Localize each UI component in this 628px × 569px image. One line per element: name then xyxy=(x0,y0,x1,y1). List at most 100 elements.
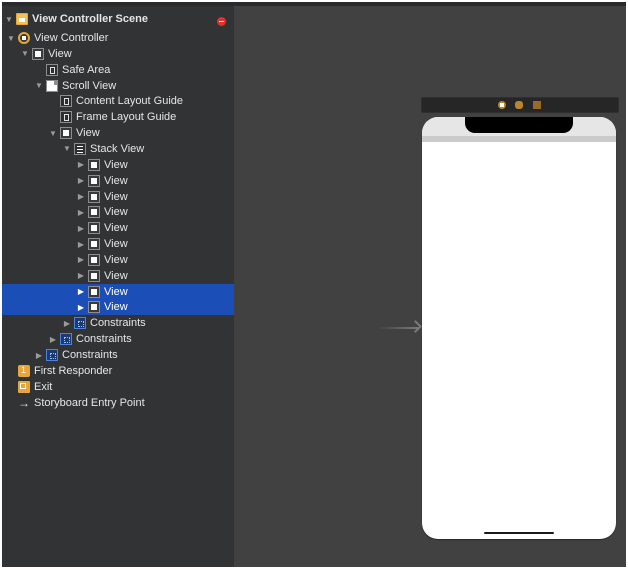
outline-row[interactable]: ▶ View xyxy=(2,283,234,300)
outline-row-label: View xyxy=(104,190,128,203)
outline-row[interactable]: ▼ Scroll View xyxy=(2,78,234,94)
outline-row-label: View xyxy=(104,285,128,298)
disclosure-collapsed-icon[interactable]: ▶ xyxy=(48,334,58,344)
exit-icon xyxy=(18,380,30,393)
warning-icon[interactable] xyxy=(217,17,226,26)
constraints-icon xyxy=(60,333,72,346)
view-icon xyxy=(88,206,100,219)
disclosure-collapsed-icon[interactable]: ▶ xyxy=(76,192,86,202)
outline-row-label: View xyxy=(104,301,128,314)
outline-row[interactable]: ▼ Stack View xyxy=(2,141,234,157)
outline-row-label: View xyxy=(104,238,128,251)
dock-exit-icon[interactable] xyxy=(533,101,541,109)
disclosure-collapsed-icon[interactable]: ▶ xyxy=(76,271,86,281)
outline-row[interactable]: ▶ Constraints xyxy=(2,315,234,331)
outline-row[interactable]: Safe Area xyxy=(2,62,234,78)
view-icon xyxy=(60,127,72,140)
disclosure-collapsed-icon[interactable]: ▶ xyxy=(76,255,86,265)
view-icon xyxy=(88,190,100,203)
view-icon xyxy=(88,238,100,251)
layout-guide-icon xyxy=(60,111,72,124)
scene-dock xyxy=(421,97,619,113)
outline-row-label: Content Layout Guide xyxy=(76,95,184,108)
outline-row-label: View xyxy=(48,47,72,60)
outline-row[interactable]: ▶ View xyxy=(2,204,234,220)
outline-row[interactable]: ▶ View xyxy=(2,220,234,236)
first-responder-icon xyxy=(18,364,30,377)
outline-row-label: View xyxy=(104,206,128,219)
disclosure-expanded-icon[interactable]: ▼ xyxy=(48,128,58,138)
outline-row-label: Scroll View xyxy=(62,79,117,92)
disclosure-collapsed-icon[interactable]: ▶ xyxy=(76,176,86,186)
device-notch xyxy=(465,117,573,133)
disclosure-expanded-icon[interactable]: ▼ xyxy=(6,33,16,43)
outline-row[interactable]: First Responder xyxy=(2,363,234,379)
view-icon xyxy=(88,301,100,314)
outline-row-label: View xyxy=(104,174,128,187)
outline-row-label: First Responder xyxy=(34,364,113,377)
outline-row[interactable]: ▼ View Controller xyxy=(2,30,234,46)
outline-row-label: Stack View xyxy=(90,142,145,155)
outline-row-label: Constraints xyxy=(76,333,132,346)
stack-view-icon xyxy=(74,142,86,155)
disclosure-collapsed-icon[interactable]: ▶ xyxy=(76,239,86,249)
disclosure-collapsed-icon[interactable]: ▶ xyxy=(76,207,86,217)
outline-row[interactable]: ▼ View xyxy=(2,46,234,62)
view-icon xyxy=(88,222,100,235)
disclosure-expanded-icon[interactable]: ▼ xyxy=(62,144,72,154)
disclosure-collapsed-icon[interactable]: ▶ xyxy=(76,302,86,312)
disclosure-expanded-icon[interactable]: ▼ xyxy=(34,81,44,91)
constraints-icon xyxy=(74,317,86,330)
outline-row[interactable]: ▶ Constraints xyxy=(2,347,234,363)
outline-row-label: View xyxy=(104,222,128,235)
outline-row-label: View xyxy=(104,269,128,282)
outline-row[interactable]: ▶ Constraints xyxy=(2,331,234,347)
disclosure-collapsed-icon[interactable]: ▶ xyxy=(62,318,72,328)
outline-row-label: Exit xyxy=(34,380,53,393)
disclosure-expanded-icon[interactable]: ▼ xyxy=(4,14,14,24)
outline-row[interactable]: ▶ View xyxy=(2,157,234,173)
outline-row-label: Frame Layout Guide xyxy=(76,111,177,124)
scene-icon xyxy=(16,13,28,25)
outline-row-label: Safe Area xyxy=(62,63,111,76)
outline-row[interactable]: ▶ View xyxy=(2,173,234,189)
home-indicator xyxy=(484,532,554,534)
outline-row[interactable]: Frame Layout Guide xyxy=(2,109,234,125)
disclosure-collapsed-icon[interactable]: ▶ xyxy=(34,350,44,360)
view-icon xyxy=(88,269,100,282)
disclosure-collapsed-icon[interactable]: ▶ xyxy=(76,287,86,297)
outline-row-label: View xyxy=(104,253,128,266)
dock-view-controller-icon[interactable] xyxy=(498,101,506,109)
outline-row[interactable]: Exit xyxy=(2,379,234,395)
view-icon xyxy=(88,158,100,171)
constraints-icon xyxy=(46,349,58,361)
disclosure-collapsed-icon[interactable]: ▶ xyxy=(76,223,86,233)
outline-row[interactable]: ▶ View xyxy=(2,236,234,252)
outline-row[interactable]: Content Layout Guide xyxy=(2,93,234,109)
layout-guide-icon xyxy=(60,95,72,108)
disclosure-collapsed-icon[interactable]: ▶ xyxy=(76,160,86,170)
iphone-canvas-view[interactable] xyxy=(422,117,616,539)
outline-row[interactable]: ▼ View xyxy=(2,125,234,141)
outline-row[interactable]: ▶ View xyxy=(2,268,234,284)
view-controller-icon xyxy=(18,32,30,44)
dock-first-responder-icon[interactable] xyxy=(515,101,523,109)
outline-row[interactable]: ▶ View xyxy=(2,299,234,316)
disclosure-expanded-icon[interactable]: ▼ xyxy=(20,49,30,59)
outline-row-label: Constraints xyxy=(62,349,118,361)
outline-row-label: View xyxy=(76,127,100,140)
outline-row-label: Storyboard Entry Point xyxy=(34,396,145,409)
document-outline: ▼ View Controller Scene ▼ View Controller… xyxy=(2,6,234,567)
outline-scene-row[interactable]: ▼ View Controller Scene xyxy=(2,11,234,27)
entry-point-arrow-icon: → xyxy=(18,395,30,410)
outline-row-label: Constraints xyxy=(90,317,146,330)
outline-row[interactable]: ▶ View xyxy=(2,252,234,268)
outline-row[interactable]: ▶ View xyxy=(2,189,234,205)
view-icon xyxy=(88,174,100,187)
outline-row[interactable]: → Storyboard Entry Point xyxy=(2,395,234,411)
